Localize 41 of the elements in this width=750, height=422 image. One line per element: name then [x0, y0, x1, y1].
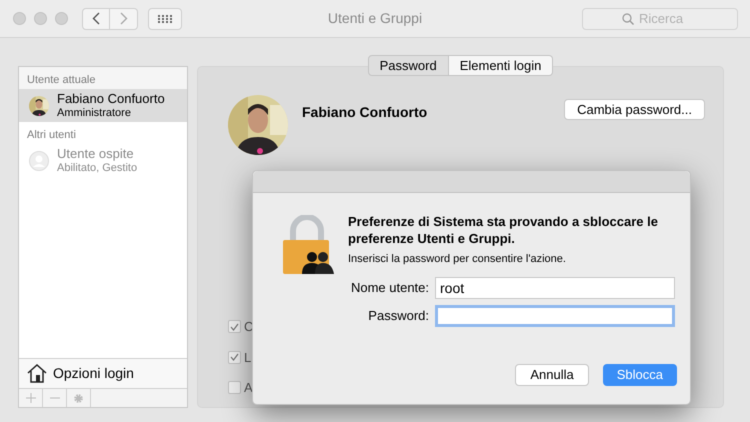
field-label: Nome utente: — [350, 278, 429, 297]
chevron-left-icon — [92, 12, 100, 25]
user-name: Fabiano Confuorto — [302, 103, 428, 122]
house-icon — [27, 364, 47, 383]
dialog-button[interactable]: Annulla — [515, 364, 589, 386]
section-header: Altri utenti — [26, 128, 77, 142]
lock-icon — [280, 215, 336, 275]
window-control-icon[interactable] — [34, 12, 47, 25]
grid-icon — [158, 14, 172, 22]
user-silhouette-icon — [29, 150, 49, 170]
change-password-button[interactable]: Cambia password... — [564, 99, 705, 120]
dialog-message: Inserisci la password per consentire l'azione. — [348, 252, 567, 267]
window-control-icon[interactable] — [13, 12, 26, 25]
checkbox-label: L — [244, 348, 252, 366]
user-role: Amministratore — [57, 106, 132, 120]
user-item[interactable]: Fabiano Confuorto Amministratore — [19, 89, 187, 122]
tab[interactable]: Elementi login — [448, 55, 554, 76]
checkbox[interactable] — [228, 381, 241, 394]
search-field[interactable]: Ricerca — [582, 8, 738, 30]
checkbox-label: A — [244, 379, 253, 397]
login-options-button[interactable]: Opzioni login — [19, 358, 187, 388]
window-title: Utenti e Gruppi — [326, 9, 424, 28]
user-name: Fabiano Confuorto — [57, 92, 165, 106]
checkbox-label: C — [244, 318, 254, 336]
show-all-button[interactable] — [148, 8, 182, 30]
gear-icon — [73, 392, 84, 404]
field-label: Password: — [367, 306, 429, 325]
checkbox[interactable] — [228, 320, 241, 334]
tab[interactable]: Password — [368, 55, 449, 76]
section-header: Utente attuale — [19, 67, 187, 89]
input-field[interactable]: root — [435, 276, 675, 298]
user-name: Utente ospite — [57, 146, 135, 160]
window-control-icon[interactable] — [55, 12, 68, 25]
input-field[interactable] — [435, 304, 675, 326]
plus-icon — [26, 393, 36, 403]
search-icon — [622, 12, 634, 24]
user-role: Abilitato, Gestito — [57, 161, 138, 174]
checkbox[interactable] — [228, 350, 241, 364]
dialog-title: Preferenze di Sistema sta provando a sbloccare le preferenze Utenti e Gruppi. — [348, 213, 658, 247]
chevron-right-icon — [120, 12, 128, 25]
back-button[interactable] — [82, 8, 110, 30]
